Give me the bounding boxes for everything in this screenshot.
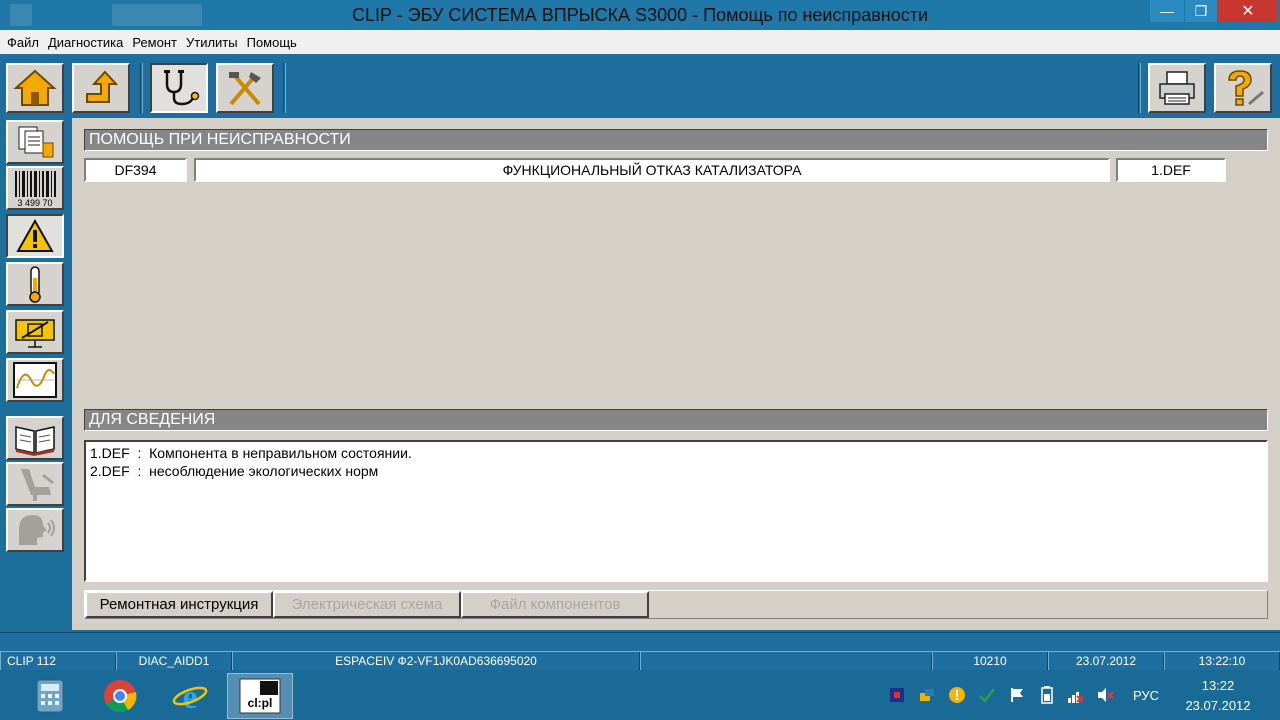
documents-icon: [18, 126, 54, 158]
clock-date: 23.07.2012: [1185, 698, 1251, 713]
status-bar: CLIP 112 DIAC_AIDD1 ESPACEIV Ф2-VF1JK0AD…: [0, 652, 1280, 670]
up-level-button[interactable]: [72, 63, 130, 113]
status-date: 23.07.2012: [1048, 652, 1164, 670]
clock-time: 13:22: [1201, 678, 1235, 693]
printer-icon: [1159, 71, 1195, 105]
calculator-icon: [36, 679, 64, 713]
fault-description-field: ФУНКЦИОНАЛЬНЫЙ ОТКАЗ КАТАЛИЗАТОРА: [194, 158, 1110, 182]
clip-app-icon: cl:pl: [239, 678, 281, 714]
info-box: 1.DEF : Компонента в неправильном состоя…: [84, 440, 1268, 582]
volume-muted-icon: [1098, 688, 1114, 702]
faults-button[interactable]: [6, 214, 64, 258]
tab-component-file[interactable]: Файл компонентов: [461, 591, 649, 618]
status-empty: [640, 652, 932, 670]
manual-button[interactable]: [6, 416, 64, 460]
ergonomics-button[interactable]: [6, 462, 64, 506]
action-tabs: Ремонтная инструкция Электрическая схема…: [84, 590, 1268, 619]
taskbar-calculator[interactable]: [17, 673, 83, 719]
book-icon: [15, 426, 55, 456]
parameters-button[interactable]: [6, 262, 64, 306]
tray-volume-icon[interactable]: [1096, 686, 1114, 704]
tray-action-center-icon[interactable]: [1008, 686, 1026, 704]
internet-explorer-icon: e: [172, 679, 208, 714]
diagnostics-button[interactable]: [150, 63, 208, 113]
menu-repair[interactable]: Ремонт: [132, 35, 177, 50]
thermometer-icon: [29, 266, 41, 303]
network-disconnected-icon: [1068, 692, 1084, 703]
status-module: DIAC_AIDD1: [116, 652, 232, 670]
taskbar: e cl:pl РУС 13:22 23.07.2012: [0, 670, 1280, 720]
taskbar-chrome[interactable]: [87, 673, 153, 719]
tray-flag-icon[interactable]: [888, 686, 906, 704]
menu-bar: Файл Диагностика Ремонт Утилиты Помощь: [0, 30, 1280, 54]
minimize-button[interactable]: —: [1150, 0, 1184, 22]
main-panel: ПОМОЩЬ ПРИ НЕИСПРАВНОСТИ DF394 ФУНКЦИОНА…: [72, 118, 1280, 630]
share-icon: [920, 689, 934, 701]
status-code: 10210: [932, 652, 1048, 670]
window-title: CLIP - ЭБУ СИСТЕМА ВПРЫСКА S3000 - Помощ…: [351, 5, 929, 25]
documents-button[interactable]: [6, 120, 64, 164]
clip-app-label: cl:pl: [248, 696, 273, 710]
identification-button[interactable]: 3 499 70: [6, 166, 64, 210]
info-line: 1.DEF : Компонента в неправильном состоя…: [90, 445, 412, 461]
fault-code-field: DF394: [84, 158, 187, 182]
toolbar-separator: [283, 63, 286, 113]
home-button[interactable]: [6, 63, 64, 113]
arrow-up-icon: [86, 70, 119, 103]
taskbar-internet-explorer[interactable]: e: [157, 673, 223, 719]
barcode-digits: 3 499 70: [17, 198, 52, 208]
print-button[interactable]: [1148, 63, 1206, 113]
title-bar: CLIP - ЭБУ СИСТЕМА ВПРЫСКА S3000 - Помощ…: [0, 0, 1280, 30]
status-vehicle: ESPACEIV Ф2-VF1JK0AD636695020: [232, 652, 640, 670]
tab-electrical-diagram[interactable]: Электрическая схема: [273, 591, 461, 618]
taskbar-clip-app[interactable]: cl:pl: [227, 673, 293, 719]
tray-app-icon: [890, 688, 904, 702]
menu-file[interactable]: Файл: [7, 35, 39, 50]
menu-utilities[interactable]: Утилиты: [186, 35, 238, 50]
main-toolbar: [0, 55, 1280, 117]
toolbar-separator: [1138, 63, 1141, 113]
info-alert-icon: [949, 687, 965, 703]
help-button[interactable]: [1214, 63, 1272, 113]
help-question-icon: [1228, 70, 1264, 106]
info-line: 2.DEF : несоблюдение экологических норм: [90, 463, 379, 479]
tab-repair-instruction[interactable]: Ремонтная инструкция: [85, 591, 273, 618]
menu-help[interactable]: Помощь: [247, 35, 297, 50]
battery-icon: [1041, 686, 1053, 704]
status-time: 13:22:10: [1164, 652, 1280, 670]
fault-status-field: 1.DEF: [1116, 158, 1226, 182]
actuator-icon: [15, 319, 55, 348]
tray-checkmark-icon[interactable]: [978, 686, 996, 704]
seat-icon: [21, 469, 54, 501]
warning-icon: [16, 218, 54, 252]
chrome-icon: [104, 680, 137, 713]
barcode-icon: 3 499 70: [15, 171, 56, 208]
tray-alert-icon[interactable]: [948, 686, 966, 704]
stethoscope-icon: [164, 70, 200, 106]
voice-button[interactable]: [6, 508, 64, 552]
fault-help-header: ПОМОЩЬ ПРИ НЕИСПРАВНОСТИ: [84, 129, 1268, 151]
tray-network-share-icon[interactable]: [918, 686, 936, 704]
oscilloscope-button[interactable]: [6, 358, 64, 402]
repair-tools-button[interactable]: [216, 63, 274, 113]
home-icon: [13, 69, 57, 106]
close-button[interactable]: ✕: [1218, 0, 1278, 22]
oscilloscope-icon: [13, 362, 57, 398]
tray-network-icon[interactable]: [1066, 686, 1084, 704]
tray-battery-icon[interactable]: [1038, 686, 1056, 704]
flag-icon: [1011, 688, 1023, 702]
tools-icon: [229, 72, 261, 106]
speaking-head-icon: [19, 515, 55, 545]
input-language[interactable]: РУС: [1133, 688, 1159, 703]
info-header: ДЛЯ СВЕДЕНИЯ: [84, 409, 1268, 431]
maximize-button[interactable]: ❐: [1185, 0, 1217, 22]
taskbar-clock[interactable]: 13:22 23.07.2012: [1170, 676, 1266, 716]
toolbar-separator: [140, 63, 143, 113]
status-bar-top: [0, 632, 1280, 652]
status-program: CLIP 112: [0, 652, 116, 670]
actuators-button[interactable]: [6, 310, 64, 354]
check-icon: [979, 688, 995, 703]
menu-diagnostics[interactable]: Диагностика: [48, 35, 123, 50]
svg-text:e: e: [182, 679, 197, 714]
